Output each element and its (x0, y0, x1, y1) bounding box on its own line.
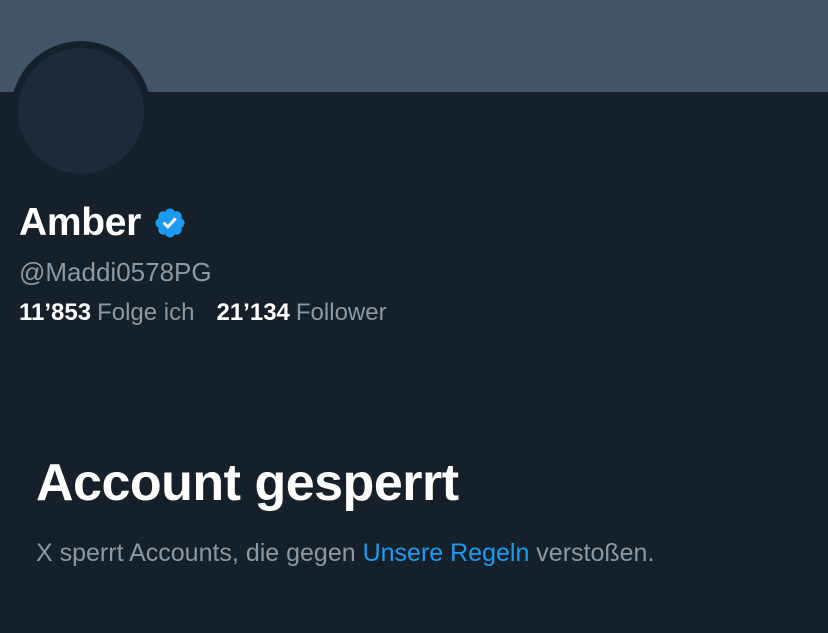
suspended-message: X sperrt Accounts, die gegen Unsere Rege… (36, 537, 654, 569)
display-name: Amber (19, 201, 142, 244)
suspended-text-after: verstoßen. (529, 539, 655, 567)
following-link[interactable]: 11’853 Folge ich (19, 298, 194, 328)
followers-link[interactable]: 21’134 Follower (216, 298, 386, 328)
user-handle: @Maddi0578PG (19, 257, 212, 287)
following-label: Folge ich (97, 299, 195, 326)
profile-stats: 11’853 Folge ich 21’134 Follower (19, 298, 387, 328)
profile-page: Amber @Maddi0578PG 11’853 Folge ich 21’1… (0, 0, 828, 633)
followers-label: Follower (295, 299, 387, 326)
avatar-placeholder (18, 48, 144, 174)
verified-badge-icon[interactable] (153, 206, 187, 240)
suspended-title: Account gesperrt (36, 454, 459, 512)
following-count: 11’853 (19, 299, 92, 326)
rules-link[interactable]: Unsere Regeln (363, 539, 530, 567)
suspended-text-before: X sperrt Accounts, die gegen (36, 539, 363, 567)
name-row: Amber (19, 198, 187, 248)
avatar[interactable] (11, 41, 151, 181)
followers-count: 21’134 (216, 299, 290, 326)
